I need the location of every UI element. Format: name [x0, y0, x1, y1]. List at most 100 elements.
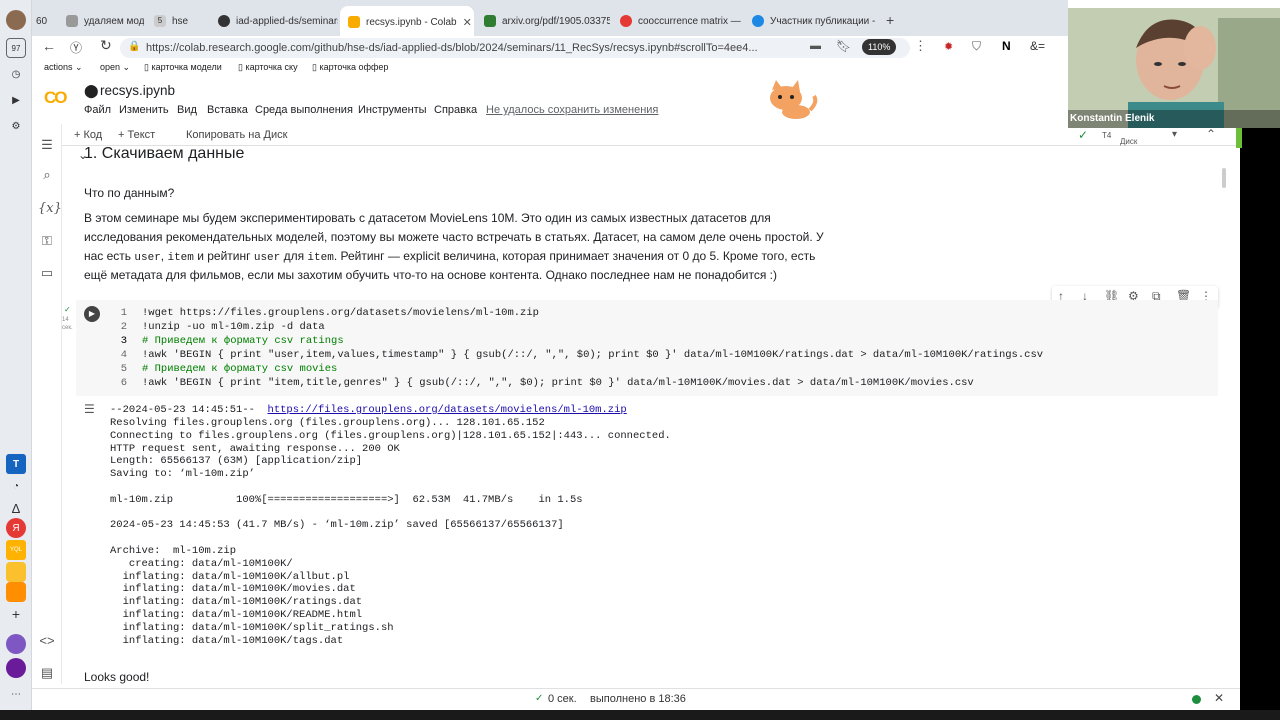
status-done: выполнено в 18:36	[590, 693, 686, 705]
tab[interactable]: удаляем модел	[58, 8, 144, 34]
menu-file[interactable]: Файл	[84, 104, 111, 116]
delta-icon[interactable]: Δ	[6, 498, 26, 518]
yql-icon[interactable]: YQL	[6, 540, 26, 560]
bookmark-item[interactable]: ▯ карточка ску	[238, 62, 298, 73]
bookmark-item[interactable]: ▯ карточка оффер	[312, 62, 388, 73]
search-icon[interactable]: ⌕	[38, 166, 56, 184]
menu-runtime[interactable]: Среда выполнения	[255, 104, 353, 116]
yandex-icon[interactable]: Я	[6, 518, 26, 538]
run-cell-button[interactable]: ▶	[84, 306, 100, 322]
tab-label: iad-applied-ds/seminars/1	[236, 15, 338, 27]
toc-icon[interactable]: ☰	[38, 136, 56, 154]
output-line: creating: data/ml-10M100K/	[110, 557, 293, 570]
play-icon[interactable]: ▶	[6, 90, 26, 110]
notebook-title[interactable]: recsys.ipynb	[100, 83, 175, 98]
output-line: HTTP request sent, awaiting response... …	[110, 442, 400, 455]
code-line[interactable]: !awk 'BEGIN { print "item,title,genres" …	[142, 377, 974, 389]
reload-icon[interactable]: ↻	[100, 37, 112, 54]
text-after: Looks good!	[84, 670, 150, 684]
tab[interactable]: iad-applied-ds/seminars/1	[210, 8, 338, 34]
output-line: inflating: data/ml-10M100K/README.html	[110, 609, 363, 621]
folder-icon[interactable]: ▭	[38, 264, 56, 282]
message-icon[interactable]: ▬	[810, 40, 821, 52]
bookmark-item[interactable]: actions ⌄	[44, 62, 83, 73]
status-time: 0 сек.	[548, 693, 577, 705]
menu-help[interactable]: Справка	[434, 104, 477, 116]
tab[interactable]: 60	[34, 8, 56, 34]
menu-insert[interactable]: Вставка	[207, 104, 248, 116]
counter-icon[interactable]: 97	[6, 38, 26, 58]
line-number: 6	[120, 377, 127, 389]
extension-bug-icon[interactable]: ✹	[944, 40, 953, 53]
notion-icon[interactable]: N	[1002, 39, 1011, 53]
output-menu-icon[interactable]: ☰	[84, 402, 95, 416]
code-comment-line[interactable]: # Приведем к формату csv movies	[142, 363, 337, 375]
text-paragraph-line: исследования рекомендательных моделей, п…	[84, 230, 824, 244]
tab-label: удаляем модел	[84, 15, 144, 27]
alice-icon[interactable]	[6, 658, 26, 678]
settings-icon[interactable]: ⚙	[6, 116, 26, 136]
variables-icon[interactable]: {x}	[38, 200, 62, 218]
tab[interactable]: cooccurrence matrix — Ян	[612, 8, 744, 34]
clock-icon[interactable]: ◔	[6, 476, 26, 496]
menu-view[interactable]: Вид	[177, 104, 197, 116]
chevron-down-icon[interactable]: ▾	[1172, 129, 1177, 140]
yandex-icon	[620, 15, 632, 27]
tab[interactable]: arxiv.org/pdf/1905.03375	[476, 8, 610, 34]
check-icon: ✓	[535, 693, 544, 704]
output-line: inflating: data/ml-10M100K/allbut.pl	[110, 570, 350, 583]
add-code-button[interactable]: + Код	[74, 129, 102, 141]
add-icon[interactable]: +	[6, 604, 26, 624]
download-link[interactable]: https://files.grouplens.org/datasets/mov…	[268, 404, 627, 416]
url-input[interactable]: https://colab.research.google.com/github…	[120, 38, 910, 58]
disk-label: Диск	[1120, 137, 1138, 146]
add-text-button[interactable]: + Текст	[118, 129, 155, 141]
app-t-icon[interactable]: T	[6, 454, 26, 474]
tab-active[interactable]: recsys.ipynb - Colab ✕	[340, 6, 474, 38]
yandex-home-icon[interactable]: Ⓨ	[70, 39, 82, 56]
profile-avatar[interactable]	[6, 10, 26, 30]
exec-time: 14 сек.	[62, 317, 73, 331]
collapse-icon[interactable]: ⌃	[1206, 127, 1216, 141]
menu-dots-icon[interactable]: ⋯	[6, 684, 26, 704]
line-number: 1	[120, 307, 127, 319]
arxiv-icon	[484, 15, 496, 27]
app-yellow-icon[interactable]	[6, 562, 26, 582]
close-icon[interactable]: ✕	[1214, 691, 1224, 705]
code-line[interactable]: !unzip -uo ml-10m.zip -d data	[142, 321, 325, 333]
menu-edit[interactable]: Изменить	[119, 104, 169, 116]
save-warning-link[interactable]: Не удалось сохранить изменения	[486, 104, 658, 116]
code-line[interactable]: !awk 'BEGIN { print "user,item,values,ti…	[142, 349, 1043, 361]
ampersand-icon[interactable]: &=	[1030, 39, 1045, 53]
code-line[interactable]: !wget https://files.grouplens.org/datase…	[142, 307, 539, 319]
app-purple-icon[interactable]	[6, 634, 26, 654]
back-icon[interactable]: ←	[42, 38, 56, 54]
code-comment-line[interactable]: # Приведем к формату csv ratings	[142, 335, 344, 347]
app-orange-icon[interactable]	[6, 582, 26, 602]
tab-label: 60	[36, 15, 48, 27]
menu-tools[interactable]: Инструменты	[358, 104, 427, 116]
close-icon[interactable]: ✕	[463, 16, 472, 29]
shield-icon[interactable]: ⛉	[972, 39, 981, 54]
connected-check-icon: ✓	[1078, 128, 1089, 142]
bookmark-icon[interactable]: 🔖︎	[836, 39, 851, 53]
code-snippets-icon[interactable]: <>	[38, 632, 56, 650]
command-palette-icon[interactable]: ▤	[38, 664, 56, 682]
tab[interactable]: Участник публикации - Z	[744, 8, 878, 34]
more-icon[interactable]: ⋮	[914, 38, 927, 54]
zoom-badge[interactable]: 110%	[862, 39, 897, 55]
output-line: Archive: ml-10m.zip	[110, 545, 237, 557]
tab[interactable]: 5 hse	[146, 8, 202, 34]
text-paragraph-line: ещё метадата для фильмов, если мы захоти…	[84, 268, 777, 282]
bookmark-item[interactable]: open ⌄	[100, 62, 130, 73]
new-tab-icon[interactable]: +	[886, 12, 894, 28]
output-line: --2024-05-23 14:45:51-- https://files.gr…	[110, 404, 627, 416]
copy-to-drive-button[interactable]: Копировать на Диск	[186, 129, 287, 141]
runtime-type[interactable]: T4	[1102, 131, 1111, 140]
colab-logo[interactable]: CO	[44, 88, 74, 108]
key-icon[interactable]: ⚿	[38, 232, 56, 250]
bookmark-item[interactable]: ▯ карточка модели	[144, 62, 222, 73]
scrollbar-thumb[interactable]	[1222, 168, 1226, 188]
lock-icon: 🔒	[128, 41, 141, 52]
history-icon[interactable]: ◷	[6, 64, 26, 84]
